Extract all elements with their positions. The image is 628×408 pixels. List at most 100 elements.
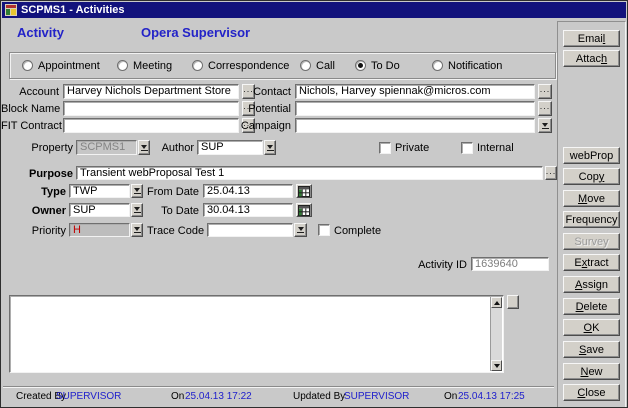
side-button-new[interactable]: New [563,363,620,380]
owner-field[interactable]: SUP [69,203,130,217]
side-button-extract[interactable]: Extract [563,254,620,271]
type-field[interactable]: TWP [69,184,130,198]
side-button-delete[interactable]: Delete [563,298,620,315]
side-button-attach[interactable]: Attach [563,50,620,67]
dropdown-icon [141,145,148,151]
internal-checkbox[interactable] [461,142,473,154]
private-checkbox[interactable] [379,142,391,154]
owner-label: Owner [17,204,66,219]
priority-label: Priority [17,224,66,239]
arrow-up-icon [494,301,500,305]
trace-code-field[interactable] [207,223,293,237]
account-label: Account [3,85,59,100]
user-title: Opera Supervisor [141,25,250,40]
radio-icon [117,60,128,71]
radio-call[interactable]: Call [300,53,335,78]
created-on-label: On [171,391,184,402]
radio-label: To Do [371,60,400,72]
to-date-field[interactable]: 30.04.13 [203,203,293,217]
side-button-copy[interactable]: Copy [563,168,620,185]
updated-on-value: 25.04.13 17:25 [458,391,525,402]
contact-lookup-button[interactable]: ... [538,84,552,99]
priority-dropdown-button[interactable] [131,223,143,237]
property-field: SCPMS1 [76,140,137,155]
block-name-field[interactable] [63,101,239,116]
arrow-down-icon [494,364,500,368]
property-label: Property [17,141,73,156]
potential-label: Potential [235,102,291,117]
block-name-label: Block Name [1,102,59,117]
dropdown-icon [267,145,274,151]
scroll-up-button[interactable] [491,297,502,308]
to-date-label: To Date [147,204,199,219]
author-dropdown-button[interactable] [264,140,276,155]
activities-window: SCPMS1 - Activities Activity Opera Super… [0,0,628,408]
created-on-value: 25.04.13 17:22 [185,391,252,402]
radio-icon [22,60,33,71]
notes-scrollbar[interactable] [490,297,502,371]
purpose-field[interactable]: Transient webProposal Test 1 [76,166,543,180]
created-by-value: SUPERVISOR [56,391,121,402]
purpose-label: Purpose [17,167,73,182]
page-title: Activity [17,25,64,40]
radio-label: Appointment [38,60,100,72]
type-dropdown-button[interactable] [131,184,143,198]
contact-label: Contact [235,85,291,100]
notes-side-button[interactable] [507,295,519,309]
ellipsis-icon: ... [540,87,551,96]
radio-to-do[interactable]: To Do [355,53,400,78]
updated-by-value: SUPERVISOR [344,391,409,402]
author-field[interactable]: SUP [197,140,263,155]
campaign-dropdown-button[interactable] [538,118,552,133]
campaign-field[interactable] [295,118,535,133]
calendar-icon [298,205,310,216]
radio-icon [355,60,366,71]
dropdown-icon [134,188,141,194]
potential-field[interactable] [295,101,535,116]
account-field[interactable]: Harvey Nichols Department Store [63,84,239,99]
from-date-label: From Date [147,185,199,200]
activity-id-label: Activity ID [407,258,467,273]
footer-divider [3,386,554,388]
side-button-survey: Survey [563,233,620,250]
radio-icon [432,60,443,71]
dropdown-icon [542,123,549,129]
campaign-label: Campaign [235,119,291,134]
title-bar[interactable]: SCPMS1 - Activities [2,2,626,18]
priority-field[interactable]: H [69,223,130,237]
dropdown-icon [134,227,141,233]
side-button-assign[interactable]: Assign [563,276,620,293]
to-date-calendar-button[interactable] [296,203,312,217]
radio-notification[interactable]: Notification [432,53,502,78]
calendar-icon [298,186,310,197]
side-button-webprop[interactable]: webProp [563,147,620,164]
fit-contract-label: FIT Contract [1,119,59,134]
side-button-save[interactable]: Save [563,341,620,358]
from-date-field[interactable]: 25.04.13 [203,184,293,198]
side-button-close[interactable]: Close [563,384,620,401]
scroll-down-button[interactable] [491,360,502,371]
side-button-ok[interactable]: OK [563,319,620,336]
ellipsis-icon: ... [546,169,557,178]
potential-lookup-button[interactable]: ... [538,101,552,116]
side-button-frequency[interactable]: Frequency [563,211,620,228]
activity-type-group: Appointment Meeting Correspondence Call To D… [9,52,556,79]
from-date-calendar-button[interactable] [296,184,312,198]
radio-label: Meeting [133,60,172,72]
notes-textarea[interactable] [9,295,504,373]
side-button-email[interactable]: Email [563,30,620,47]
private-label: Private [395,141,445,156]
window-title: SCPMS1 - Activities [21,4,125,16]
owner-dropdown-button[interactable] [131,203,143,217]
fit-contract-field[interactable] [63,118,239,133]
contact-field[interactable]: Nichols, Harvey spiennak@micros.com [295,84,535,99]
radio-correspondence[interactable]: Correspondence [192,53,289,78]
purpose-lookup-button[interactable]: ... [545,166,557,180]
side-button-move[interactable]: Move [563,190,620,207]
radio-icon [192,60,203,71]
trace-code-dropdown-button[interactable] [294,223,307,237]
radio-meeting[interactable]: Meeting [117,53,172,78]
updated-by-label: Updated By [293,391,345,402]
radio-appointment[interactable]: Appointment [22,53,100,78]
complete-checkbox[interactable] [318,224,330,236]
